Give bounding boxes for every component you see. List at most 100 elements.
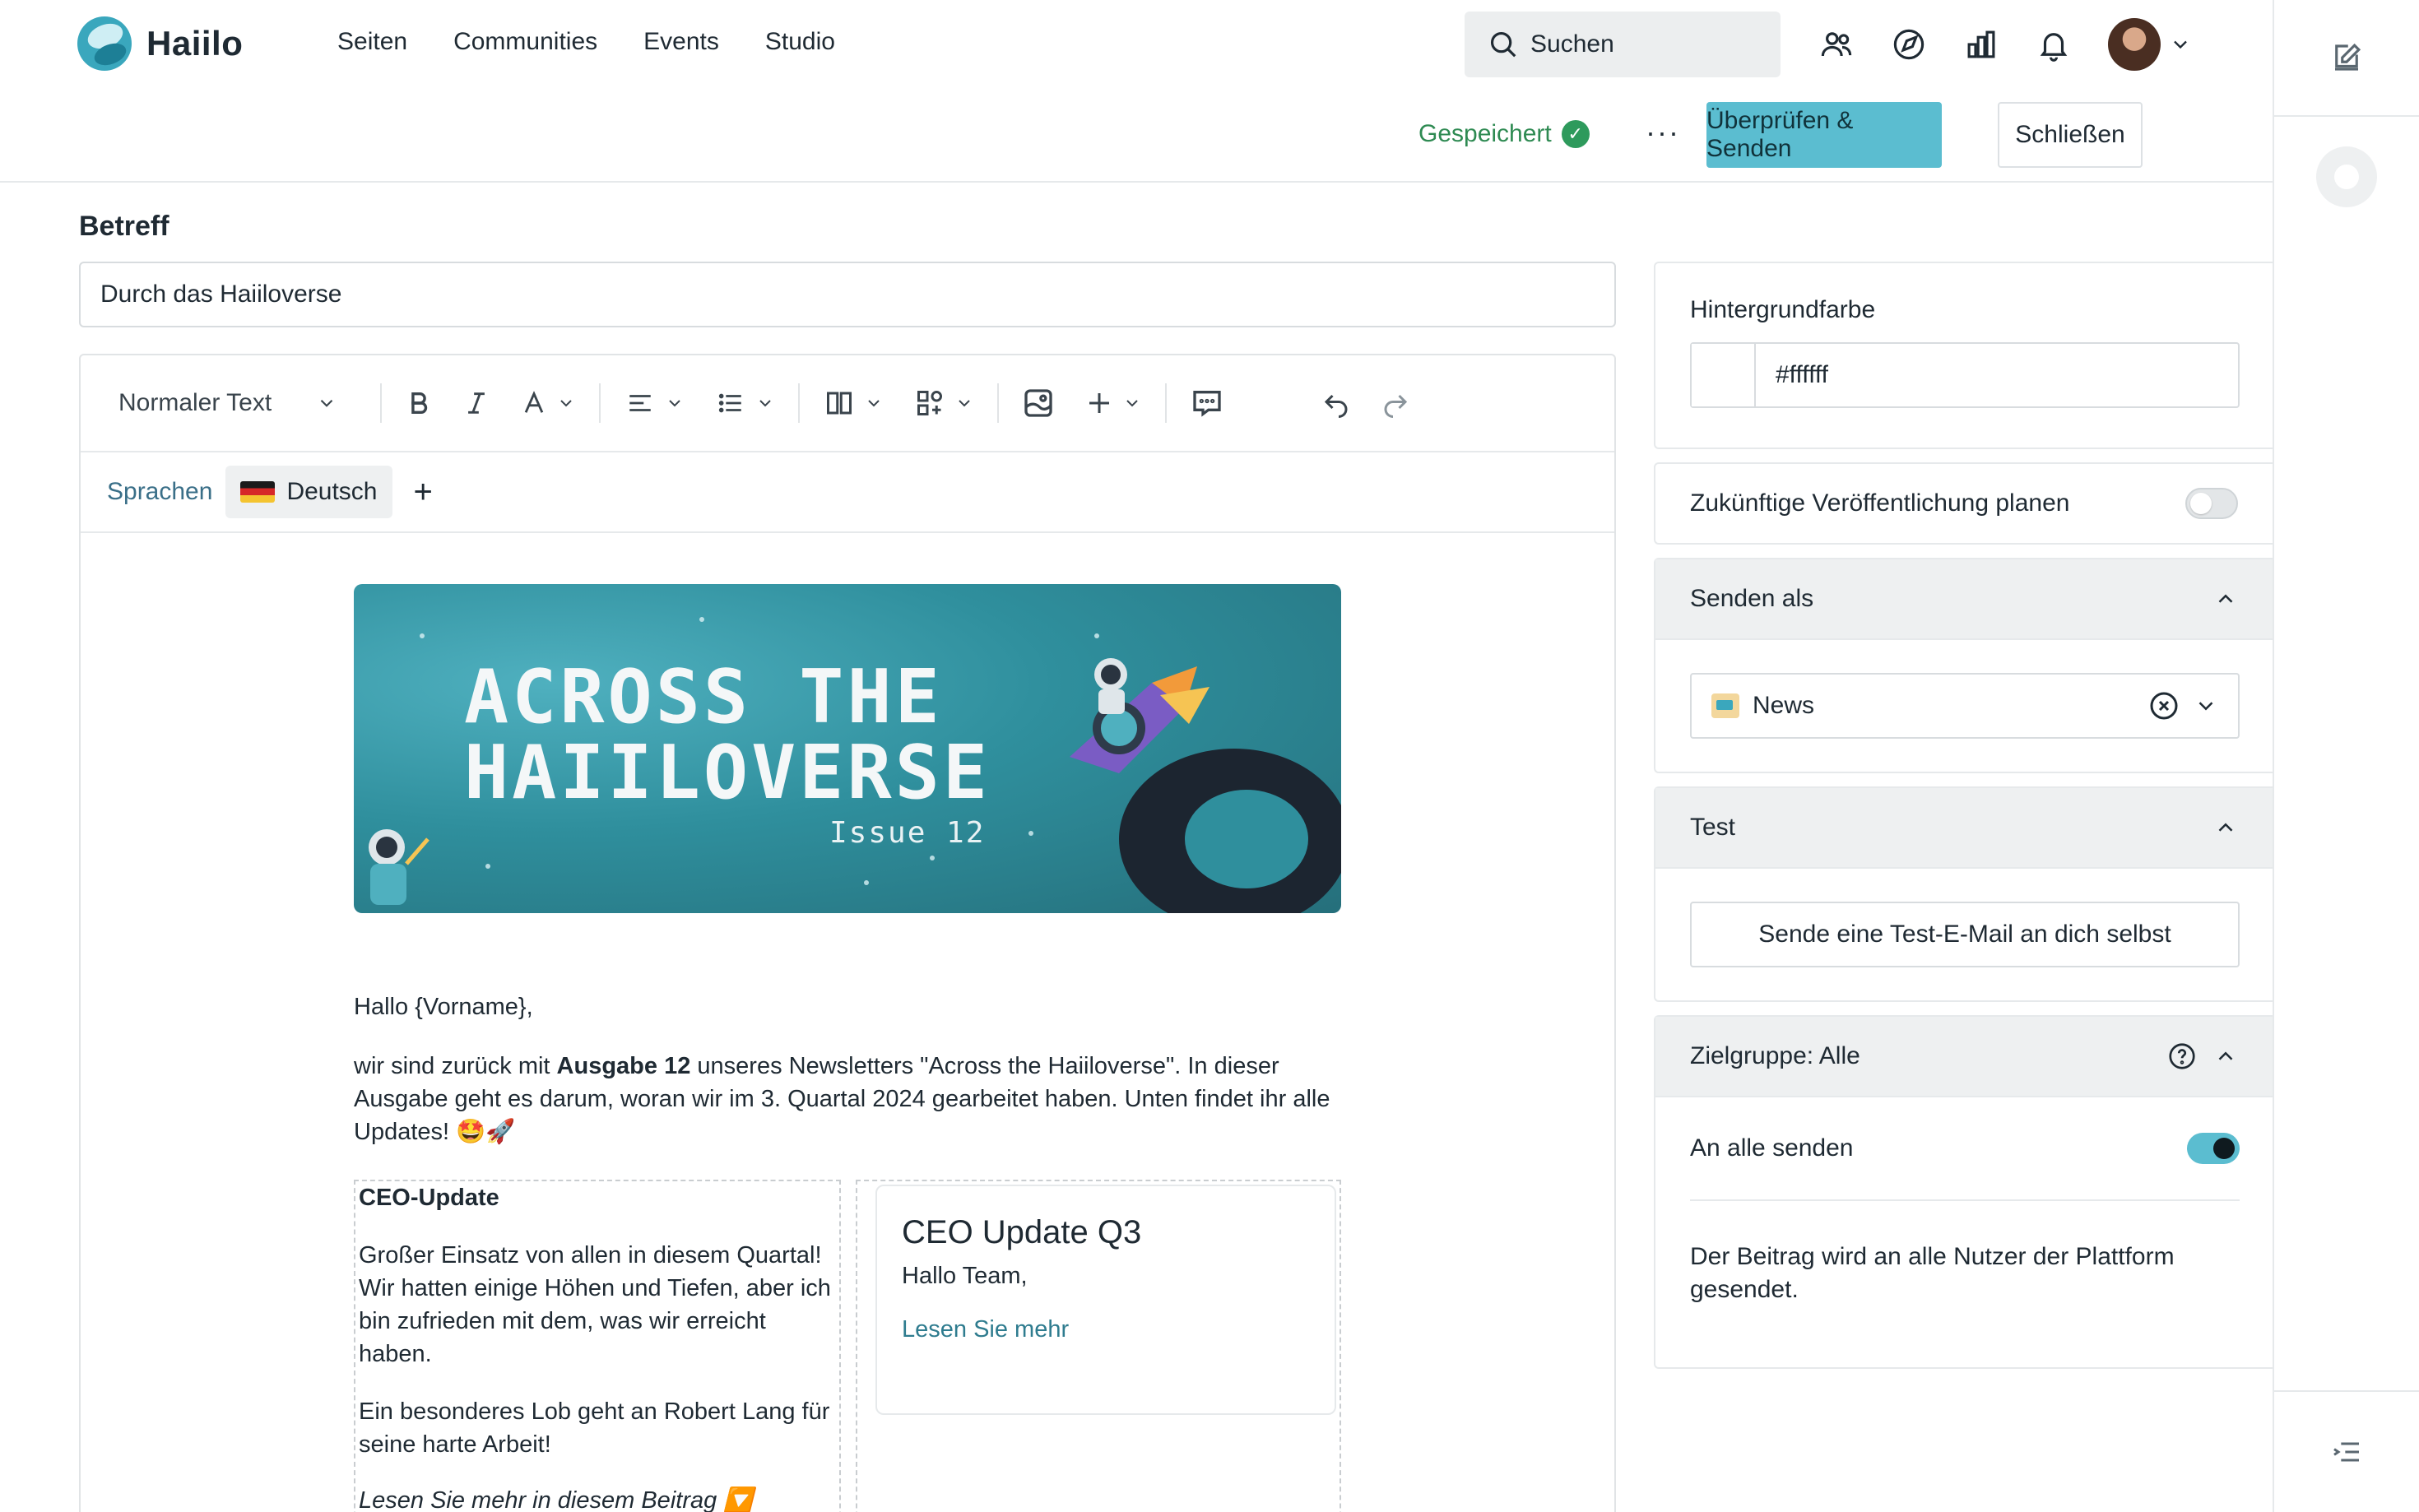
outline-list-icon[interactable] — [2330, 1435, 2363, 1468]
plus-icon — [1089, 393, 1109, 413]
font-color-button[interactable] — [520, 389, 576, 417]
intro-pre: wir sind zurück mit — [354, 1053, 557, 1079]
edit-icon[interactable] — [2329, 40, 2364, 75]
background-color-field[interactable]: #ffffff — [1690, 342, 2240, 408]
toolbar-divider — [798, 383, 800, 423]
star-dot — [699, 617, 704, 622]
newsletter-banner-image[interactable]: ACROSS THE HAIILOVERSE Issue 12 — [354, 584, 1341, 913]
nav-item-seiten[interactable]: Seiten — [337, 28, 407, 56]
clear-icon[interactable] — [2147, 689, 2180, 722]
nav-item-studio[interactable]: Studio — [765, 28, 835, 56]
align-button[interactable] — [624, 389, 685, 417]
test-panel: Test Sende eine Test-E-Mail an dich selb… — [1654, 786, 2273, 1002]
audience-panel: Zielgruppe: Alle An alle senden Der Beit… — [1654, 1015, 2273, 1369]
right-rail — [2273, 0, 2419, 1512]
send-test-email-button[interactable]: Sende eine Test-E-Mail an dich selbst — [1690, 902, 2240, 967]
card-read-more-link[interactable]: Lesen Sie mehr — [902, 1316, 1310, 1343]
compass-icon[interactable] — [1891, 26, 1927, 63]
card-body: Hallo Team, — [902, 1263, 1028, 1289]
audience-title: Zielgruppe: Alle — [1690, 1042, 1860, 1069]
chevron-down-icon[interactable] — [2194, 693, 2218, 718]
subject-input[interactable]: Durch das Haiiloverse — [79, 262, 1616, 327]
undo-button[interactable] — [1321, 388, 1351, 418]
more-options-button[interactable]: ··· — [1646, 115, 1680, 150]
send-as-panel: Senden als News — [1654, 558, 2273, 773]
send-as-select[interactable]: News — [1690, 673, 2240, 739]
saved-status: Gespeichert ✓ — [1418, 120, 1590, 148]
haiilo-logo[interactable]: Haiilo — [77, 16, 243, 71]
redo-button[interactable] — [1381, 388, 1410, 418]
header-icons — [1818, 18, 2192, 71]
toolbar-divider — [380, 383, 382, 423]
send-all-row: An alle senden — [1690, 1097, 2240, 1201]
list-button[interactable] — [714, 389, 775, 417]
color-swatch[interactable] — [1692, 344, 1756, 406]
toolbar-divider — [1165, 383, 1167, 423]
bold-button[interactable] — [405, 389, 433, 417]
column-left[interactable]: CEO-Update Großer Einsatz von allen in d… — [354, 1180, 841, 1512]
test-header[interactable]: Test — [1655, 788, 2273, 869]
banner-title-line1: ACROSS THE — [464, 654, 943, 740]
nav-item-communities[interactable]: Communities — [453, 28, 597, 56]
test-body: Sende eine Test-E-Mail an dich selbst — [1655, 869, 2273, 967]
color-value: #ffffff — [1776, 361, 1828, 388]
avatar — [2108, 18, 2161, 71]
intro-bold: Ausgabe 12 — [556, 1053, 691, 1079]
font-color-icon — [524, 391, 544, 413]
schedule-toggle[interactable] — [2185, 488, 2238, 519]
italic-button[interactable] — [462, 389, 490, 417]
send-all-toggle[interactable] — [2187, 1133, 2240, 1164]
column-read-more[interactable]: Lesen Sie mehr in diesem Beitrag 🔽 — [359, 1484, 836, 1512]
image-button[interactable] — [1022, 387, 1055, 420]
rail-top — [2274, 0, 2419, 117]
search-input[interactable]: Suchen — [1465, 12, 1781, 77]
review-send-button[interactable]: Überprüfen & Senden — [1706, 102, 1942, 168]
user-menu[interactable] — [2108, 18, 2192, 71]
bell-icon[interactable] — [2036, 26, 2072, 63]
background-color-label: Hintergrundfarbe — [1690, 296, 1876, 323]
paragraph-group — [624, 389, 775, 417]
search-placeholder: Suchen — [1530, 30, 1614, 58]
people-icon[interactable] — [1818, 26, 1855, 63]
post-card[interactable]: CEO Update Q3 Hallo Team, Lesen Sie mehr — [875, 1185, 1336, 1415]
star-dot — [420, 633, 425, 638]
chevron-down-icon — [320, 399, 333, 407]
text-style-value: Normaler Text — [118, 389, 272, 416]
insert-group — [1022, 387, 1142, 420]
main-nav: Seiten Communities Events Studio — [337, 28, 835, 56]
card-title: CEO Update Q3 — [902, 1214, 1142, 1250]
help-icon[interactable] — [2167, 1041, 2197, 1071]
column-paragraph-1: Großer Einsatz von allen in diesem Quart… — [359, 1242, 831, 1367]
audience-header[interactable]: Zielgruppe: Alle — [1655, 1017, 2273, 1097]
chevron-down-icon — [868, 400, 880, 407]
banner-issue: Issue 12 — [829, 816, 986, 850]
star-dot — [1028, 831, 1033, 836]
redo-icon — [1384, 394, 1408, 418]
banner-title: ACROSS THE HAIILOVERSE — [464, 660, 991, 811]
comment-history-group — [1190, 387, 1410, 420]
star-dot — [864, 880, 869, 885]
chevron-down-icon — [669, 400, 680, 407]
send-as-header[interactable]: Senden als — [1655, 559, 2273, 640]
widgets-button[interactable] — [913, 388, 974, 418]
chart-icon[interactable] — [1963, 26, 1999, 63]
text-style-select[interactable]: Normaler Text — [118, 389, 357, 417]
schedule-panel: Zukünftige Veröffentlichung planen — [1654, 462, 2273, 545]
toolbar-divider — [997, 383, 999, 423]
close-button[interactable]: Schließen — [1998, 102, 2143, 168]
chevron-down-icon — [560, 400, 572, 407]
send-as-value: News — [1753, 692, 1815, 719]
language-chip-deutsch[interactable]: Deutsch — [225, 466, 392, 518]
column-right[interactable]: CEO Update Q3 Hallo Team, Lesen Sie mehr — [856, 1180, 1341, 1512]
nav-item-events[interactable]: Events — [643, 28, 719, 56]
insert-button[interactable] — [1084, 388, 1142, 418]
columns-button[interactable] — [823, 388, 884, 418]
chat-icon[interactable] — [2316, 146, 2377, 207]
language-name: Deutsch — [286, 478, 378, 505]
audience-description: Der Beitrag wird an alle Nutzer der Plat… — [1690, 1243, 2175, 1303]
intro-paragraph: wir sind zurück mit Ausgabe 12 unseres N… — [354, 1050, 1341, 1148]
comment-button[interactable] — [1190, 387, 1224, 420]
add-language-button[interactable]: + — [414, 474, 433, 511]
search-icon — [1490, 31, 1516, 58]
send-all-label: An alle senden — [1690, 1134, 1854, 1162]
